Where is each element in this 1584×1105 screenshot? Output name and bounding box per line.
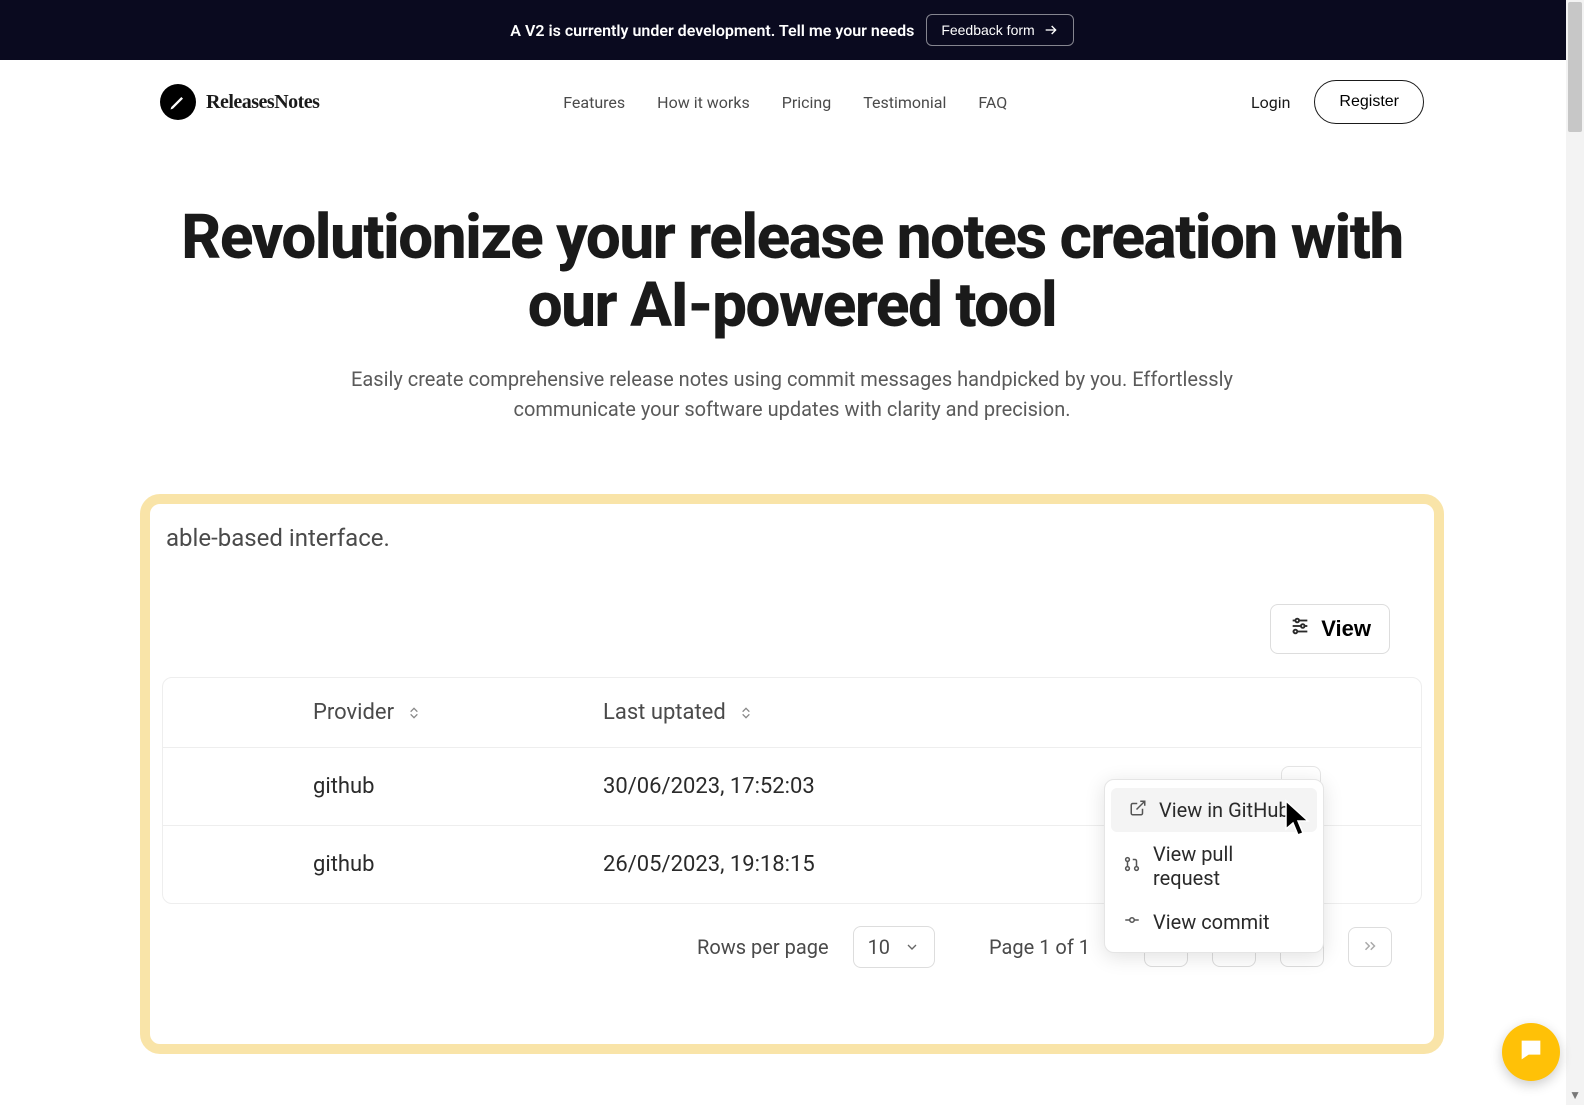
nav-actions: Login Register	[1251, 80, 1424, 124]
sort-icon	[406, 705, 422, 721]
pencil-circle-icon	[160, 84, 196, 120]
register-button[interactable]: Register	[1314, 80, 1424, 124]
hero-section: Revolutionize your release notes creatio…	[0, 144, 1584, 464]
rows-per-page-label: Rows per page	[697, 935, 829, 959]
cursor-icon	[1282, 799, 1314, 843]
column-provider[interactable]: Provider	[163, 700, 503, 725]
chevrons-right-icon	[1361, 937, 1379, 958]
chevron-down-icon	[904, 939, 920, 955]
announcement-banner: A V2 is currently under development. Tel…	[0, 0, 1584, 60]
arrow-right-icon	[1043, 22, 1059, 38]
feedback-form-button[interactable]: Feedback form	[926, 14, 1073, 46]
page-title: Revolutionize your release notes creatio…	[160, 204, 1424, 340]
cell-provider: github	[163, 774, 503, 799]
rows-per-page-select[interactable]: 10	[853, 926, 935, 968]
nav-faq[interactable]: FAQ	[978, 93, 1007, 112]
nav-features[interactable]: Features	[563, 93, 625, 112]
nav-how-it-works[interactable]: How it works	[657, 93, 750, 112]
menu-item-label: View pull request	[1153, 842, 1305, 890]
chat-fab-button[interactable]	[1502, 1023, 1560, 1081]
page-last-button[interactable]	[1348, 927, 1392, 967]
scroll-down-icon[interactable]: ▼	[1569, 1088, 1581, 1102]
column-provider-label: Provider	[313, 700, 394, 725]
column-updated-label: Last uptated	[603, 700, 726, 725]
view-button[interactable]: View	[1270, 604, 1390, 654]
nav-pricing[interactable]: Pricing	[782, 93, 832, 112]
view-button-label: View	[1321, 616, 1371, 642]
nav-links: Features How it works Pricing Testimonia…	[563, 93, 1007, 112]
git-pull-request-icon	[1123, 854, 1141, 878]
table-header: Provider Last uptated	[163, 678, 1421, 748]
external-link-icon	[1129, 798, 1147, 822]
menu-item-label: View commit	[1153, 910, 1270, 934]
banner-text: A V2 is currently under development. Tel…	[510, 21, 914, 40]
top-nav: ReleasesNotes Features How it works Pric…	[0, 60, 1584, 144]
nav-testimonial[interactable]: Testimonial	[863, 93, 946, 112]
menu-view-commit[interactable]: View commit	[1105, 900, 1323, 944]
demo-preview-frame: able-based interface. View Provider Last…	[140, 494, 1444, 1054]
scrollbar-thumb[interactable]	[1568, 2, 1582, 132]
login-link[interactable]: Login	[1251, 93, 1290, 112]
cell-provider: github	[163, 852, 503, 877]
column-last-updated[interactable]: Last uptated	[503, 700, 1241, 725]
rows-per-page-value: 10	[868, 935, 890, 959]
logo[interactable]: ReleasesNotes	[160, 84, 319, 120]
page-subtitle: Easily create comprehensive release note…	[292, 364, 1292, 424]
brand-name: ReleasesNotes	[206, 91, 319, 114]
git-commit-icon	[1123, 910, 1141, 934]
page-indicator: Page 1 of 1	[989, 935, 1090, 959]
sort-icon	[738, 705, 754, 721]
menu-item-label: View in GitHub	[1159, 798, 1290, 822]
feedback-button-label: Feedback form	[941, 22, 1034, 38]
scrollbar-track[interactable]: ▼	[1566, 0, 1584, 1105]
demo-cropped-text: able-based interface.	[162, 524, 1422, 552]
sliders-icon	[1289, 615, 1311, 643]
chat-bubble-icon	[1517, 1036, 1545, 1068]
